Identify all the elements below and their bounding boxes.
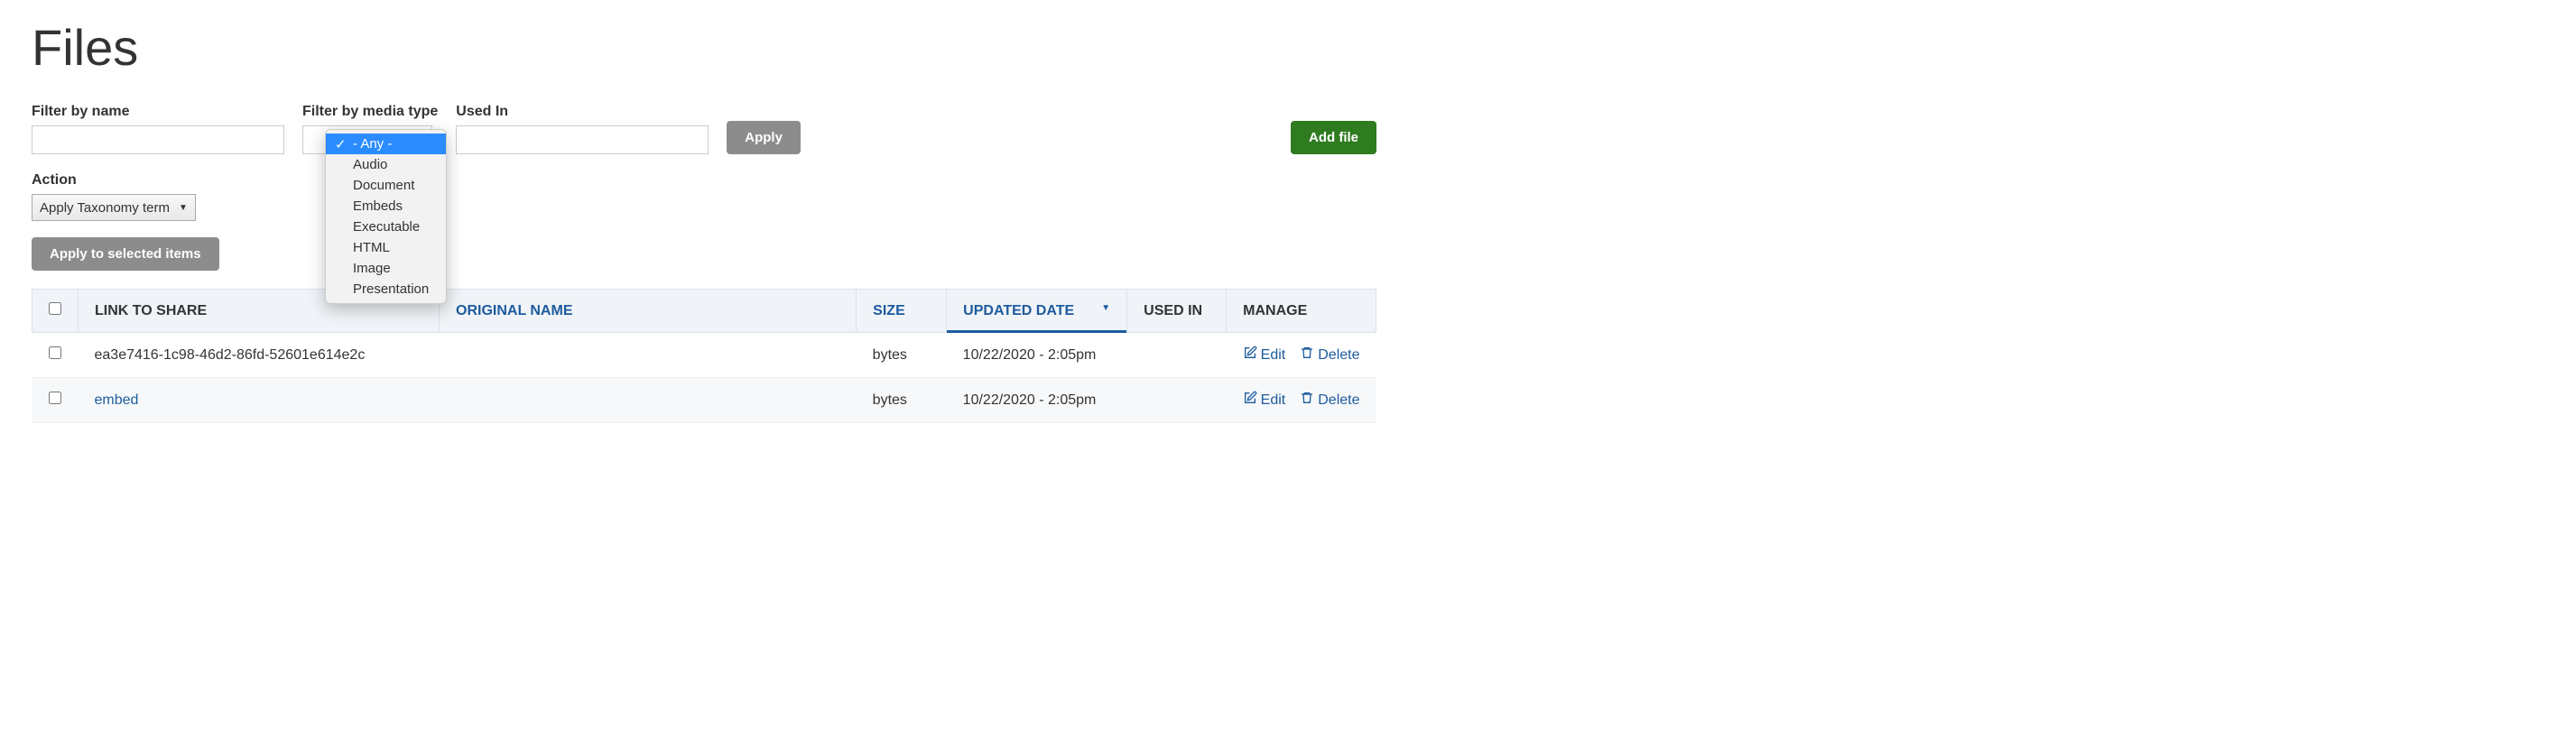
files-table: LINK TO SHARE ORIGINAL NAME SIZE UPDATED… [32, 289, 1376, 423]
add-file-button[interactable]: Add file [1291, 121, 1376, 154]
apply-selected-button[interactable]: Apply to selected items [32, 237, 219, 271]
action-select-value: Apply Taxonomy term [40, 200, 170, 216]
action-select[interactable]: Apply Taxonomy term ▼ [32, 194, 196, 221]
filter-media-label: Filter by media type [302, 104, 438, 120]
media-option[interactable]: Audio [326, 154, 446, 175]
share-link-text: ea3e7416-1c98-46d2-86fd-52601e614e2c [95, 347, 366, 363]
col-updated-header[interactable]: UPDATED DATE ▼ [947, 290, 1127, 333]
original-name-cell [440, 378, 857, 423]
row-checkbox[interactable] [49, 392, 61, 404]
media-option[interactable]: HTML [326, 237, 446, 258]
col-original-header[interactable]: ORIGINAL NAME [440, 290, 857, 333]
edit-icon [1243, 346, 1257, 364]
media-option[interactable]: Document [326, 175, 446, 196]
col-used-header[interactable]: USED IN [1127, 290, 1227, 333]
edit-link[interactable]: Edit [1243, 346, 1286, 364]
edit-link[interactable]: Edit [1243, 391, 1286, 410]
used-cell [1127, 333, 1227, 378]
size-cell: bytes [857, 378, 947, 423]
col-updated-label: UPDATED DATE [963, 303, 1074, 318]
table-row: embed bytes10/22/2020 - 2:05pm Edit Delete [32, 378, 1376, 423]
delete-link[interactable]: Delete [1300, 346, 1359, 364]
media-option[interactable]: Executable [326, 217, 446, 237]
caret-down-icon: ▼ [179, 203, 188, 213]
filter-used-label: Used In [456, 104, 709, 120]
sort-desc-icon: ▼ [1101, 303, 1110, 313]
original-name-cell [440, 333, 857, 378]
apply-filters-button[interactable]: Apply [727, 121, 801, 154]
media-type-dropdown[interactable]: - Any -AudioDocumentEmbedsExecutableHTML… [325, 129, 447, 304]
action-label: Action [32, 172, 1376, 189]
used-cell [1127, 378, 1227, 423]
share-link[interactable]: embed [95, 392, 139, 408]
media-option[interactable]: Embeds [326, 196, 446, 217]
trash-icon [1300, 391, 1314, 410]
media-option[interactable]: Presentation [326, 279, 446, 300]
filter-name-label: Filter by name [32, 104, 284, 120]
media-option[interactable]: Image [326, 258, 446, 279]
table-row: ea3e7416-1c98-46d2-86fd-52601e614e2c byte… [32, 333, 1376, 378]
trash-icon [1300, 346, 1314, 364]
col-size-header[interactable]: SIZE [857, 290, 947, 333]
updated-cell: 10/22/2020 - 2:05pm [947, 378, 1127, 423]
row-checkbox[interactable] [49, 346, 61, 359]
updated-cell: 10/22/2020 - 2:05pm [947, 333, 1127, 378]
media-option[interactable]: - Any - [326, 134, 446, 154]
select-all-checkbox[interactable] [49, 302, 61, 315]
size-cell: bytes [857, 333, 947, 378]
edit-icon [1243, 391, 1257, 410]
page-title: Files [32, 18, 1376, 77]
filter-used-input[interactable] [456, 125, 709, 154]
delete-link[interactable]: Delete [1300, 391, 1359, 410]
col-manage-header: MANAGE [1227, 290, 1376, 333]
filter-name-input[interactable] [32, 125, 284, 154]
